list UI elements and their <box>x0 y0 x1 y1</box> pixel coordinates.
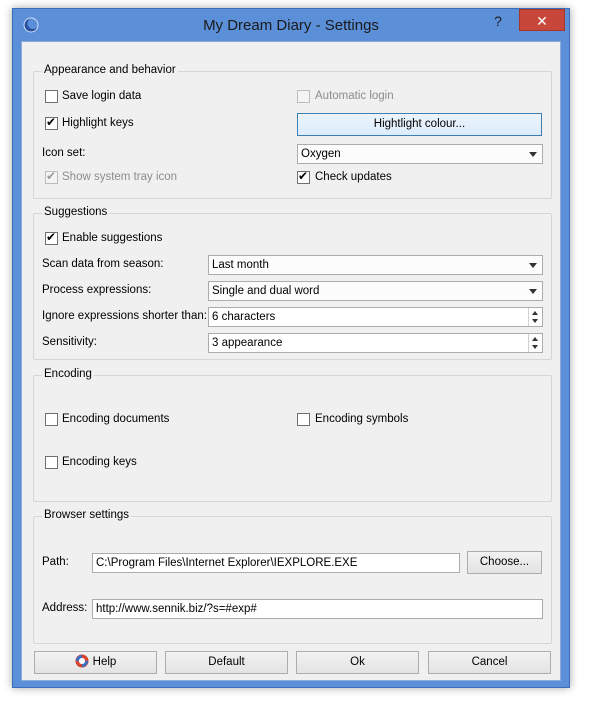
icon-set-select[interactable]: Oxygen <box>297 144 543 164</box>
browser-group: Browser settings Path: C:\Program Files\… <box>33 509 552 644</box>
encoding-keys-checkbox[interactable] <box>45 456 58 469</box>
chevron-down-icon <box>529 263 537 268</box>
icon-set-value: Oxygen <box>301 148 341 160</box>
process-expressions-select[interactable]: Single and dual word <box>208 281 543 301</box>
encoding-symbols-label: Encoding symbols <box>315 413 409 425</box>
spin-down-icon[interactable] <box>532 319 538 323</box>
help-button[interactable]: Help <box>34 651 157 674</box>
appearance-group: Appearance and behavior Save login data … <box>33 64 552 199</box>
spin-down-icon[interactable] <box>532 345 538 349</box>
sensitivity-value: 3 appearance <box>212 337 283 349</box>
ignore-expressions-spinbox[interactable]: 6 characters <box>208 307 543 327</box>
ignore-expressions-label: Ignore expressions shorter than: <box>42 310 207 322</box>
spin-up-icon[interactable] <box>532 311 538 315</box>
save-login-data-label: Save login data <box>62 90 142 102</box>
spin-buttons[interactable] <box>528 308 542 326</box>
show-tray-icon-label: Show system tray icon <box>62 171 178 183</box>
automatic-login-label: Automatic login <box>315 90 394 102</box>
close-button[interactable]: ✕ <box>519 9 565 31</box>
process-expressions-label: Process expressions: <box>42 284 152 296</box>
address-label: Address: <box>42 602 88 614</box>
appearance-group-title: Appearance and behavior <box>42 64 178 76</box>
enable-suggestions-checkbox[interactable] <box>45 230 58 245</box>
ignore-expressions-value: 6 characters <box>212 311 276 323</box>
suggestions-group-title: Suggestions <box>42 206 110 218</box>
cancel-button[interactable]: Cancel <box>428 651 551 674</box>
check-updates-label: Check updates <box>315 171 392 183</box>
help-icon[interactable]: ? <box>487 12 509 30</box>
encoding-documents-checkbox[interactable] <box>45 413 58 426</box>
sensitivity-spinbox[interactable]: 3 appearance <box>208 333 543 353</box>
highlight-keys-checkbox[interactable] <box>45 115 58 130</box>
help-button-label: Help <box>92 656 117 668</box>
scan-data-label: Scan data from season: <box>42 258 164 270</box>
sensitivity-label: Sensitivity: <box>42 336 97 348</box>
dialog-body: Appearance and behavior Save login data … <box>21 41 561 681</box>
check-updates-checkbox[interactable] <box>297 169 310 184</box>
highlight-keys-label: Highlight keys <box>62 117 134 129</box>
lifebuoy-icon <box>75 654 89 668</box>
scan-data-value: Last month <box>212 259 269 271</box>
title-bar[interactable]: My Dream Diary - Settings ? ✕ <box>13 9 569 43</box>
chevron-down-icon <box>529 289 537 294</box>
show-tray-icon-checkbox[interactable] <box>45 169 58 184</box>
path-input[interactable]: C:\Program Files\Internet Explorer\IEXPL… <box>92 553 460 573</box>
spin-buttons[interactable] <box>528 334 542 352</box>
scan-data-select[interactable]: Last month <box>208 255 543 275</box>
browser-group-title: Browser settings <box>42 509 132 521</box>
encoding-keys-label: Encoding keys <box>62 456 137 468</box>
window-title: My Dream Diary - Settings <box>203 17 379 34</box>
highlight-colour-button[interactable]: Hightlight colour... <box>297 113 542 136</box>
encoding-documents-label: Encoding documents <box>62 413 170 425</box>
spin-up-icon[interactable] <box>532 337 538 341</box>
encoding-group-title: Encoding <box>42 368 94 380</box>
suggestions-group: Suggestions Enable suggestions Scan data… <box>33 206 552 360</box>
choose-button[interactable]: Choose... <box>467 551 542 574</box>
icon-set-label: Icon set: <box>42 147 86 159</box>
encoding-group: Encoding Encoding documents Encoding sym… <box>33 368 552 502</box>
settings-window: My Dream Diary - Settings ? ✕ Appearance… <box>12 8 570 688</box>
automatic-login-checkbox[interactable] <box>297 90 310 103</box>
default-button[interactable]: Default <box>165 651 288 674</box>
chevron-down-icon <box>529 152 537 157</box>
encoding-symbols-checkbox[interactable] <box>297 413 310 426</box>
ok-button[interactable]: Ok <box>296 651 419 674</box>
address-input[interactable]: http://www.sennik.biz/?s=#exp# <box>92 599 543 619</box>
process-expressions-value: Single and dual word <box>212 285 320 297</box>
enable-suggestions-label: Enable suggestions <box>62 232 163 244</box>
path-label: Path: <box>42 556 69 568</box>
save-login-data-checkbox[interactable] <box>45 90 58 103</box>
